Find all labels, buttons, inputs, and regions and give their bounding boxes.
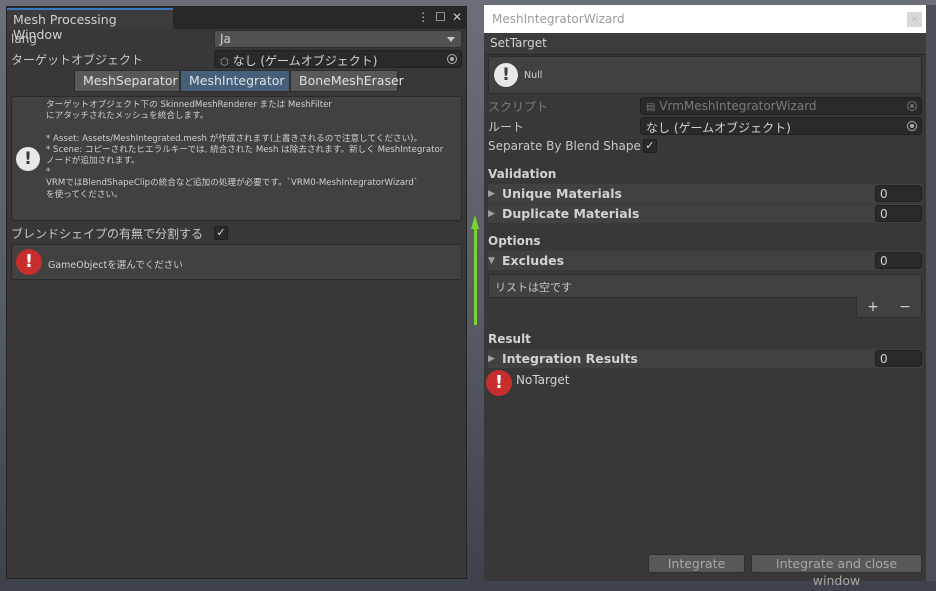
mesh-processing-window: Mesh Processing Window ⋮ ☐ ✕ lang Ja ターゲ… bbox=[6, 6, 467, 579]
lang-dropdown[interactable]: Ja bbox=[214, 30, 462, 48]
integration-results-count[interactable]: 0 bbox=[875, 350, 922, 367]
script-file-icon: ▤ bbox=[646, 102, 656, 113]
script-label: スクリプト bbox=[488, 99, 549, 114]
object-picker-icon bbox=[907, 101, 917, 111]
object-picker-icon[interactable] bbox=[907, 121, 917, 131]
lang-value: Ja bbox=[220, 32, 231, 46]
duplicate-materials-foldout[interactable]: ▶ Duplicate Materials 0 bbox=[488, 204, 922, 223]
blendshape-split-checkbox[interactable]: ✓ bbox=[214, 226, 228, 240]
duplicate-materials-count[interactable]: 0 bbox=[875, 205, 922, 222]
remove-item-button[interactable]: − bbox=[899, 299, 911, 315]
unique-materials-count[interactable]: 0 bbox=[875, 185, 922, 202]
null-help-box: ! Null bbox=[488, 56, 922, 94]
info-help-box: ! ターゲットオブジェクト下の SkinnedMeshRenderer または … bbox=[11, 96, 462, 221]
chevron-down-icon[interactable]: ▼ bbox=[488, 256, 502, 266]
close-icon[interactable]: ✕ bbox=[907, 12, 922, 27]
list-empty-text: リストは空です bbox=[495, 281, 572, 294]
integration-results-label: Integration Results bbox=[502, 351, 638, 366]
set-target-header: SetTarget bbox=[484, 33, 926, 55]
wizard-title-bar: MeshIntegratorWizard ✕ bbox=[484, 5, 926, 33]
excludes-list: リストは空です bbox=[488, 274, 922, 298]
unique-materials-label: Unique Materials bbox=[502, 186, 622, 201]
maximize-icon[interactable]: ☐ bbox=[435, 10, 446, 24]
separate-blendshape-checkbox[interactable]: ✓ bbox=[642, 139, 657, 153]
chevron-down-icon bbox=[447, 37, 455, 42]
null-text: Null bbox=[524, 70, 543, 81]
integrate-and-close-button[interactable]: Integrate and close window bbox=[751, 554, 922, 588]
object-picker-icon[interactable] bbox=[447, 54, 457, 64]
chevron-right-icon[interactable]: ▶ bbox=[488, 209, 502, 219]
window-tab-title[interactable]: Mesh Processing Window bbox=[7, 8, 173, 42]
info-exclamation-icon: ! bbox=[494, 63, 518, 87]
excludes-label: Excludes bbox=[502, 253, 565, 268]
excludes-count[interactable]: 0 bbox=[875, 252, 922, 269]
no-target-text: NoTarget bbox=[516, 373, 570, 387]
gizmo-arrow-head[interactable] bbox=[471, 215, 479, 229]
chevron-right-icon[interactable]: ▶ bbox=[488, 189, 502, 199]
tool-tabs: MeshSeparator MeshIntegrator BoneMeshEra… bbox=[74, 70, 404, 92]
target-object-row: ターゲットオブジェクト ⬡ なし (ゲームオブジェクト) bbox=[11, 50, 462, 68]
error-icon: ! bbox=[16, 249, 42, 275]
separate-blendshape-label: Separate By Blend Shape bbox=[488, 139, 641, 153]
target-object-label: ターゲットオブジェクト bbox=[11, 52, 144, 67]
tab-mesh-integrator[interactable]: MeshIntegrator bbox=[180, 70, 290, 92]
target-object-field[interactable]: ⬡ なし (ゲームオブジェクト) bbox=[214, 50, 462, 68]
add-item-button[interactable]: + bbox=[867, 299, 879, 315]
validation-heading: Validation bbox=[488, 167, 557, 181]
options-heading: Options bbox=[488, 234, 541, 248]
root-row: ルート なし (ゲームオブジェクト) bbox=[488, 117, 922, 135]
error-icon: ! bbox=[486, 370, 512, 396]
root-value: なし (ゲームオブジェクト) bbox=[646, 121, 791, 135]
help-text: ターゲットオブジェクト下の SkinnedMeshRenderer または Me… bbox=[46, 100, 444, 200]
window-controls: ⋮ ☐ ✕ bbox=[417, 10, 462, 24]
info-exclamation-icon: ! bbox=[16, 147, 40, 171]
close-icon[interactable]: ✕ bbox=[452, 10, 462, 24]
gameobject-icon: ⬡ bbox=[220, 57, 229, 68]
lang-label: lang bbox=[11, 32, 37, 46]
script-value: VrmMeshIntegratorWizard bbox=[659, 99, 817, 113]
root-field[interactable]: なし (ゲームオブジェクト) bbox=[640, 117, 922, 135]
wizard-title: MeshIntegratorWizard bbox=[492, 12, 625, 26]
tab-bone-mesh-eraser[interactable]: BoneMeshEraser bbox=[290, 70, 404, 92]
menu-icon[interactable]: ⋮ bbox=[417, 10, 429, 24]
blendshape-split-row: ブレンドシェイプの有無で分割する ✓ bbox=[11, 224, 462, 242]
error-text: GameObjectを選んでください bbox=[48, 260, 183, 271]
target-object-value: なし (ゲームオブジェクト) bbox=[232, 54, 378, 68]
blendshape-split-label: ブレンドシェイプの有無で分割する bbox=[11, 226, 204, 241]
list-footer: + − bbox=[856, 297, 922, 318]
mesh-integrator-wizard-window: MeshIntegratorWizard ✕ SetTarget ! Null … bbox=[484, 5, 926, 588]
script-row: スクリプト ▤ VrmMeshIntegratorWizard bbox=[488, 97, 922, 115]
error-help-box: ! GameObjectを選んでください bbox=[11, 244, 462, 280]
script-field: ▤ VrmMeshIntegratorWizard bbox=[640, 97, 922, 115]
result-heading: Result bbox=[488, 332, 531, 346]
integrate-button[interactable]: Integrate bbox=[648, 554, 745, 573]
scene-edge-strip bbox=[926, 5, 936, 581]
root-label: ルート bbox=[488, 119, 525, 134]
gizmo-arrow-shaft[interactable] bbox=[474, 229, 477, 325]
move-gizmo-y-axis[interactable] bbox=[471, 215, 479, 325]
integration-results-foldout[interactable]: ▶ Integration Results 0 bbox=[488, 349, 922, 368]
duplicate-materials-label: Duplicate Materials bbox=[502, 206, 640, 221]
chevron-right-icon[interactable]: ▶ bbox=[488, 354, 502, 364]
separate-blendshape-row: Separate By Blend Shape ✓ bbox=[488, 137, 922, 155]
tab-mesh-separator[interactable]: MeshSeparator bbox=[74, 70, 180, 92]
excludes-foldout[interactable]: ▼ Excludes 0 bbox=[488, 251, 922, 270]
window-tab-bar: Mesh Processing Window ⋮ ☐ ✕ bbox=[7, 7, 466, 42]
lang-row: lang Ja bbox=[11, 30, 462, 48]
unique-materials-foldout[interactable]: ▶ Unique Materials 0 bbox=[488, 184, 922, 203]
